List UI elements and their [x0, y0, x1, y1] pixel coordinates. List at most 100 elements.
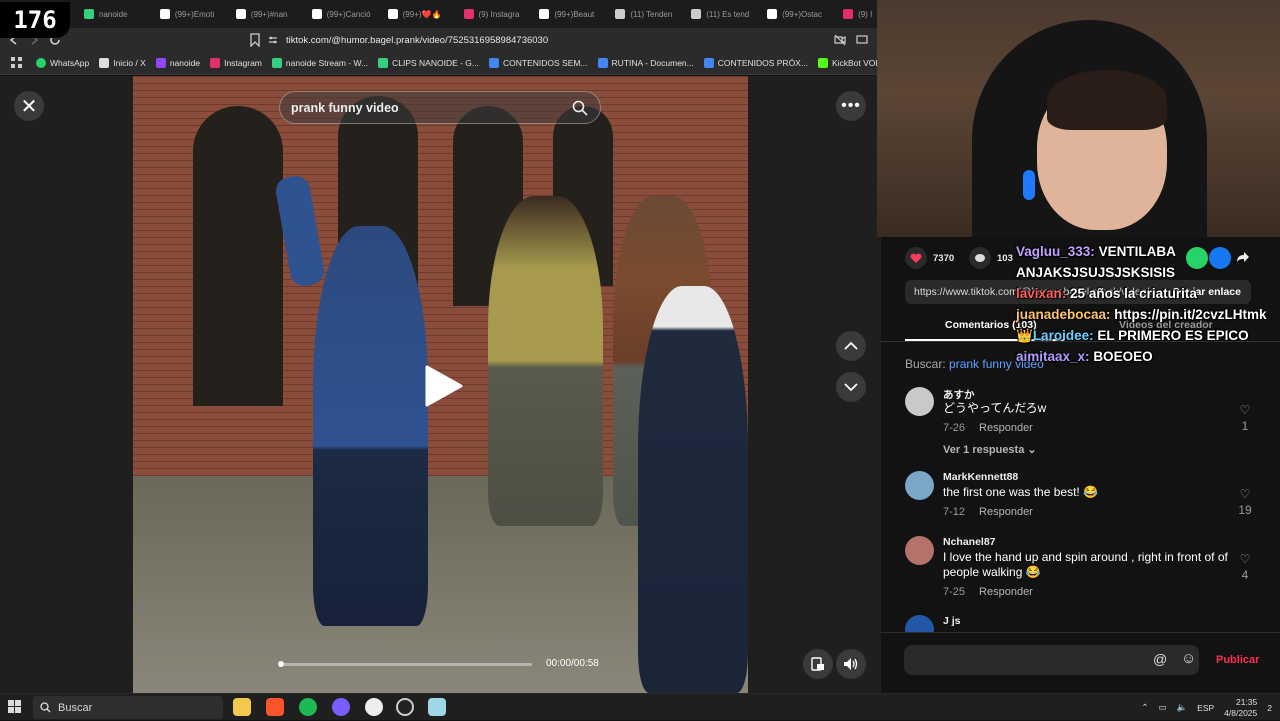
brave-icon[interactable] — [266, 698, 284, 716]
comment-like[interactable]: ♡ 1 — [1235, 403, 1255, 433]
apps-grid-icon[interactable] — [11, 57, 23, 69]
bookmark-doc[interactable]: RUTINA - Documen... — [597, 58, 694, 68]
browser-tab-strip: nanoide (99+)Emoti (99+)#nan (99+)Canció… — [0, 0, 877, 28]
avatar[interactable] — [905, 387, 934, 416]
url-field[interactable]: tiktok.com/@humor.bagel.prank/video/7525… — [268, 31, 808, 49]
browser-tab[interactable]: (99+)#nan — [230, 0, 306, 28]
comment-username[interactable]: MarkKennett88 — [943, 471, 1018, 483]
picture-in-picture-button[interactable] — [803, 649, 833, 679]
chat-message: lavixan: 25 años la criaturita — [1016, 286, 1197, 301]
taskbar-search[interactable]: Buscar — [33, 696, 223, 719]
mention-icon[interactable]: @ — [1153, 651, 1167, 667]
browser-tab[interactable]: (99+)❤️🔥 — [382, 0, 458, 28]
obs-icon[interactable] — [396, 698, 414, 716]
drive-icon — [378, 58, 389, 68]
search-query: prank funny video — [291, 100, 399, 115]
reply-button[interactable]: Responder — [979, 506, 1033, 518]
site-info-icon[interactable] — [268, 35, 278, 45]
comment-like[interactable]: ♡ 19 — [1235, 487, 1255, 517]
reply-button[interactable]: Responder — [979, 586, 1033, 598]
heart-icon — [905, 247, 927, 269]
play-icon[interactable] — [424, 364, 464, 408]
taskbar: Buscar ⌃ ▭ 🔈 ESP 21:35 4/8/2025 2 — [0, 693, 1280, 720]
more-icon: ••• — [841, 97, 861, 114]
like-count: 7370 — [933, 252, 955, 264]
close-button[interactable]: ✕ — [14, 91, 44, 121]
spotify-icon[interactable] — [299, 698, 317, 716]
chat-message: juanadebocaa: https://pin.it/2cvzLHtmk — [1016, 307, 1267, 322]
browser-tab[interactable]: (99+)Beaut — [533, 0, 609, 28]
browser-tab[interactable]: (9) I — [837, 0, 877, 28]
app-icon[interactable] — [365, 698, 383, 716]
comment-stat[interactable]: 103 — [969, 247, 1013, 269]
file-explorer-icon[interactable] — [233, 698, 251, 716]
browser-tab[interactable]: (99+)Ostac — [761, 0, 837, 28]
browser-tab[interactable]: (99+)Emoti — [154, 0, 230, 28]
notification-badge[interactable]: 2 — [1267, 703, 1272, 713]
more-options-button[interactable]: ••• — [836, 91, 866, 121]
like-stat[interactable]: 7370 — [905, 247, 954, 269]
bookmark-doc[interactable]: CONTENIDOS SEM... — [489, 58, 588, 68]
comment-composer: @ ☺ Publicar — [881, 632, 1280, 693]
discord-icon[interactable] — [332, 698, 350, 716]
bookmark-x[interactable]: Inicio / X — [99, 58, 146, 68]
kickbot-icon — [817, 58, 828, 68]
whatsapp-icon — [36, 58, 46, 68]
view-replies-button[interactable]: Ver 1 respuesta ⌄ — [943, 443, 1037, 456]
avatar[interactable] — [905, 536, 934, 565]
avatar[interactable] — [905, 615, 934, 632]
bookmark-twitch[interactable]: nanoide — [155, 58, 200, 68]
publish-button[interactable]: Publicar — [1216, 654, 1259, 666]
previous-video-button[interactable] — [836, 331, 866, 361]
camera-off-icon[interactable] — [834, 34, 846, 46]
browser-tab[interactable]: (11) Es tend — [685, 0, 761, 28]
windows-start-icon[interactable] — [8, 700, 22, 714]
chevron-up-icon[interactable]: ⌃ — [1141, 702, 1148, 713]
avatar[interactable] — [905, 471, 934, 500]
crown-icon: 👑 — [1016, 328, 1033, 343]
docs-icon — [489, 58, 499, 68]
next-video-button[interactable] — [836, 372, 866, 402]
video-time: 00:00/00:58 — [546, 658, 599, 669]
volume-icon[interactable]: 🔈 — [1177, 702, 1188, 713]
woman-yellow-sweater — [488, 196, 603, 526]
comment-item: J js — [905, 615, 1255, 632]
bookmark-whatsapp[interactable]: WhatsApp — [36, 58, 89, 68]
browser-tab[interactable]: (9) Instagra — [458, 0, 534, 28]
bookmarks-bar: WhatsApp Inicio / X nanoide Instagram na… — [0, 52, 908, 75]
network-icon[interactable]: ▭ — [1159, 702, 1167, 713]
streamer-hair — [1047, 70, 1167, 130]
progress-bar[interactable] — [280, 663, 532, 666]
bookmark-kick-stream[interactable]: nanoide Stream - W... — [271, 58, 368, 68]
x-icon — [99, 58, 110, 68]
close-icon: ✕ — [20, 95, 38, 118]
docs-icon — [703, 58, 714, 68]
comment-username[interactable]: Nchanel87 — [943, 536, 996, 548]
comment-username[interactable]: J js — [943, 615, 961, 627]
twitch-icon — [155, 58, 166, 68]
app-icon[interactable] — [428, 698, 446, 716]
browser-tab[interactable]: nanoide — [78, 0, 154, 28]
stream-chat-overlay: Vagluu_333: VENTILABA ANJAKSJSUJSJSKSISI… — [1016, 241, 1276, 367]
clock[interactable]: 21:35 4/8/2025 — [1224, 697, 1257, 719]
emoji-icon[interactable]: ☺ — [1181, 650, 1196, 667]
comment-like[interactable]: ♡ 4 — [1235, 552, 1255, 582]
progress-handle[interactable] — [278, 661, 284, 667]
browser-tab[interactable]: (11) Tenden — [609, 0, 685, 28]
keyboard-language[interactable]: ESP — [1197, 703, 1214, 713]
cast-icon[interactable] — [856, 34, 868, 46]
search-icon[interactable] — [572, 100, 588, 116]
reply-button[interactable]: Responder — [979, 422, 1033, 434]
video-search-box[interactable]: prank funny video — [279, 91, 601, 124]
bookmark-icon[interactable] — [250, 33, 260, 47]
instagram-icon — [210, 58, 221, 68]
x-icon — [615, 9, 626, 19]
comment-username[interactable]: あすか — [943, 387, 975, 402]
headset-light — [1023, 170, 1035, 200]
bookmark-clips[interactable]: CLIPS NANOIDE - G... — [378, 58, 479, 68]
bookmark-doc[interactable]: CONTENIDOS PRÓX... — [703, 58, 808, 68]
bookmark-instagram[interactable]: Instagram — [210, 58, 262, 68]
volume-button[interactable] — [836, 649, 866, 679]
browser-tab[interactable]: (99+)Canció — [306, 0, 382, 28]
person-white-hat — [638, 286, 748, 693]
